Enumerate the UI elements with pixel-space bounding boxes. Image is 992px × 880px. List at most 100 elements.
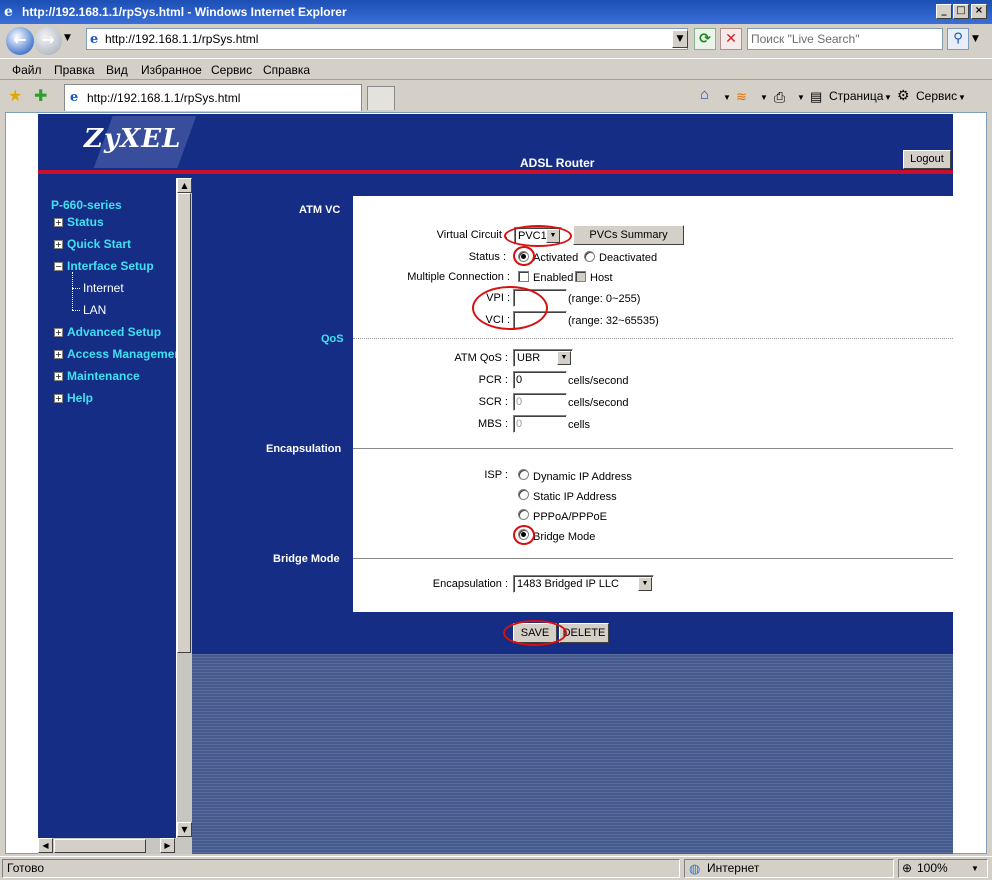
tools-menu[interactable]: Сервис <box>916 89 957 103</box>
page-menu-icon: ▤ <box>810 89 823 104</box>
status-label: Status : <box>468 251 506 263</box>
isp-pppoa-radio[interactable] <box>518 509 529 520</box>
minimize-button[interactable]: _ <box>936 4 952 19</box>
menu-favorites[interactable]: Избранное <box>141 63 202 77</box>
scroll-left-button[interactable]: ◀ <box>38 838 53 853</box>
expand-icon[interactable]: + <box>54 218 63 227</box>
feeds-icon[interactable]: ≋ <box>736 89 747 105</box>
model-name: P-660-series <box>51 198 122 212</box>
nav-interface-setup[interactable]: Interface Setup <box>67 259 154 273</box>
chevron-down-icon: ▼ <box>557 351 571 365</box>
bridge-encapsulation-value: 1483 Bridged IP LLC <box>517 578 619 590</box>
print-dropdown-icon[interactable]: ▼ <box>797 93 805 102</box>
home-dropdown-icon[interactable]: ▼ <box>723 93 731 102</box>
new-tab-button[interactable] <box>367 86 395 110</box>
stop-button[interactable]: ✕ <box>720 28 742 50</box>
status-bar: Готово ◍ Интернет ⊕ 100% ▼ <box>0 856 992 880</box>
nav-quick-start[interactable]: Quick Start <box>67 237 131 251</box>
zone-label: Интернет <box>707 861 760 875</box>
menu-edit[interactable]: Правка <box>54 63 95 77</box>
address-dropdown-button[interactable]: ▼ <box>672 30 688 48</box>
host-checkbox[interactable] <box>575 271 586 282</box>
add-favorite-icon[interactable]: ✚ <box>34 86 47 105</box>
menu-tools[interactable]: Сервис <box>211 63 252 77</box>
pcr-input[interactable]: 0 <box>513 371 567 389</box>
section-qos: QoS <box>321 333 344 345</box>
atm-qos-select[interactable]: UBR ▼ <box>513 349 573 367</box>
scroll-up-button[interactable]: ▲ <box>177 178 192 193</box>
page-menu[interactable]: Страница <box>829 89 883 103</box>
nav-internet[interactable]: Internet <box>83 281 124 295</box>
annotation-circle <box>513 246 535 266</box>
menu-help[interactable]: Справка <box>263 63 310 77</box>
menu-view[interactable]: Вид <box>106 63 128 77</box>
vci-range: (range: 32~65535) <box>568 315 659 327</box>
zoom-dropdown-icon[interactable]: ▼ <box>971 860 979 877</box>
collapse-icon[interactable]: − <box>54 262 63 271</box>
scroll-right-button[interactable]: ▶ <box>160 838 175 853</box>
expand-icon[interactable]: + <box>54 240 63 249</box>
forward-button[interactable]: → <box>34 27 62 55</box>
history-dropdown-icon[interactable]: ▼ <box>64 33 71 43</box>
isp-static-ip-radio[interactable] <box>518 489 529 500</box>
nav-help[interactable]: Help <box>67 391 93 405</box>
divider <box>353 338 953 339</box>
maximize-button[interactable]: □ <box>953 4 969 19</box>
scr-input[interactable]: 0 <box>513 393 567 411</box>
scr-unit: cells/second <box>568 397 629 409</box>
expand-icon[interactable]: + <box>54 350 63 359</box>
tree-line <box>72 272 73 310</box>
nav-advanced-setup[interactable]: Advanced Setup <box>67 325 161 339</box>
print-icon[interactable]: ⎙ <box>774 89 785 106</box>
divider <box>353 558 953 559</box>
menu-file[interactable]: Файл <box>12 63 42 77</box>
annotation-circle <box>504 225 572 247</box>
status-text: Готово <box>2 859 680 878</box>
section-atm-vc: ATM VC <box>299 204 341 216</box>
nav-status[interactable]: Status <box>67 215 104 229</box>
nav-lan[interactable]: LAN <box>83 303 106 317</box>
host-label: Host <box>590 272 613 284</box>
stop-icon: ✕ <box>725 31 737 47</box>
scr-label: SCR : <box>478 396 508 408</box>
sidebar-hscroll-thumb[interactable] <box>54 839 146 853</box>
search-input[interactable]: Поиск "Live Search" <box>747 28 943 50</box>
refresh-button[interactable]: ⟳ <box>694 28 716 50</box>
nav-maintenance[interactable]: Maintenance <box>67 369 140 383</box>
logout-button[interactable]: Logout <box>903 150 951 169</box>
expand-icon[interactable]: + <box>54 394 63 403</box>
favorites-star-icon[interactable]: ★ <box>8 86 22 105</box>
tools-dropdown-icon[interactable]: ▼ <box>958 93 966 102</box>
enabled-checkbox[interactable] <box>518 271 529 282</box>
globe-icon: ◍ <box>689 861 701 876</box>
status-deactivated-radio[interactable] <box>584 251 595 262</box>
sidebar-scroll-thumb[interactable] <box>177 193 191 653</box>
close-button[interactable]: × <box>971 4 987 19</box>
chevron-down-icon: ▼ <box>638 577 652 591</box>
window-title: http://192.168.1.1/rpSys.html - Windows … <box>22 5 347 19</box>
expand-icon[interactable]: + <box>54 328 63 337</box>
page-dropdown-icon[interactable]: ▼ <box>884 93 892 102</box>
home-icon[interactable]: ⌂ <box>700 86 709 103</box>
ie-logo-icon: e <box>4 4 13 20</box>
expand-icon[interactable]: + <box>54 372 63 381</box>
tab-active[interactable]: e http://192.168.1.1/rpSys.html <box>64 84 362 111</box>
isp-dynamic-ip-radio[interactable] <box>518 469 529 480</box>
scroll-down-button[interactable]: ▼ <box>177 822 192 837</box>
back-button[interactable]: ← <box>6 27 34 55</box>
nav-access-management[interactable]: Access Management <box>67 347 176 361</box>
section-encapsulation: Encapsulation <box>266 443 342 455</box>
isp-label: ISP : <box>484 469 508 481</box>
bridge-encapsulation-select[interactable]: 1483 Bridged IP LLC ▼ <box>513 575 654 593</box>
mbs-unit: cells <box>568 419 591 431</box>
mbs-input[interactable]: 0 <box>513 415 567 433</box>
zoom-label: 100% <box>917 861 948 875</box>
zoom-control[interactable]: ⊕ 100% ▼ <box>898 859 988 878</box>
pvcs-summary-button[interactable]: PVCs Summary <box>573 225 684 245</box>
back-arrow-icon: ← <box>13 30 27 49</box>
search-options-icon[interactable]: ▼ <box>972 34 979 44</box>
bridge-encapsulation-label: Encapsulation : <box>432 578 508 590</box>
search-button[interactable]: ⚲ <box>947 28 969 50</box>
address-bar[interactable]: e http://192.168.1.1/rpSys.html <box>86 28 688 50</box>
feeds-dropdown-icon[interactable]: ▼ <box>760 93 768 102</box>
